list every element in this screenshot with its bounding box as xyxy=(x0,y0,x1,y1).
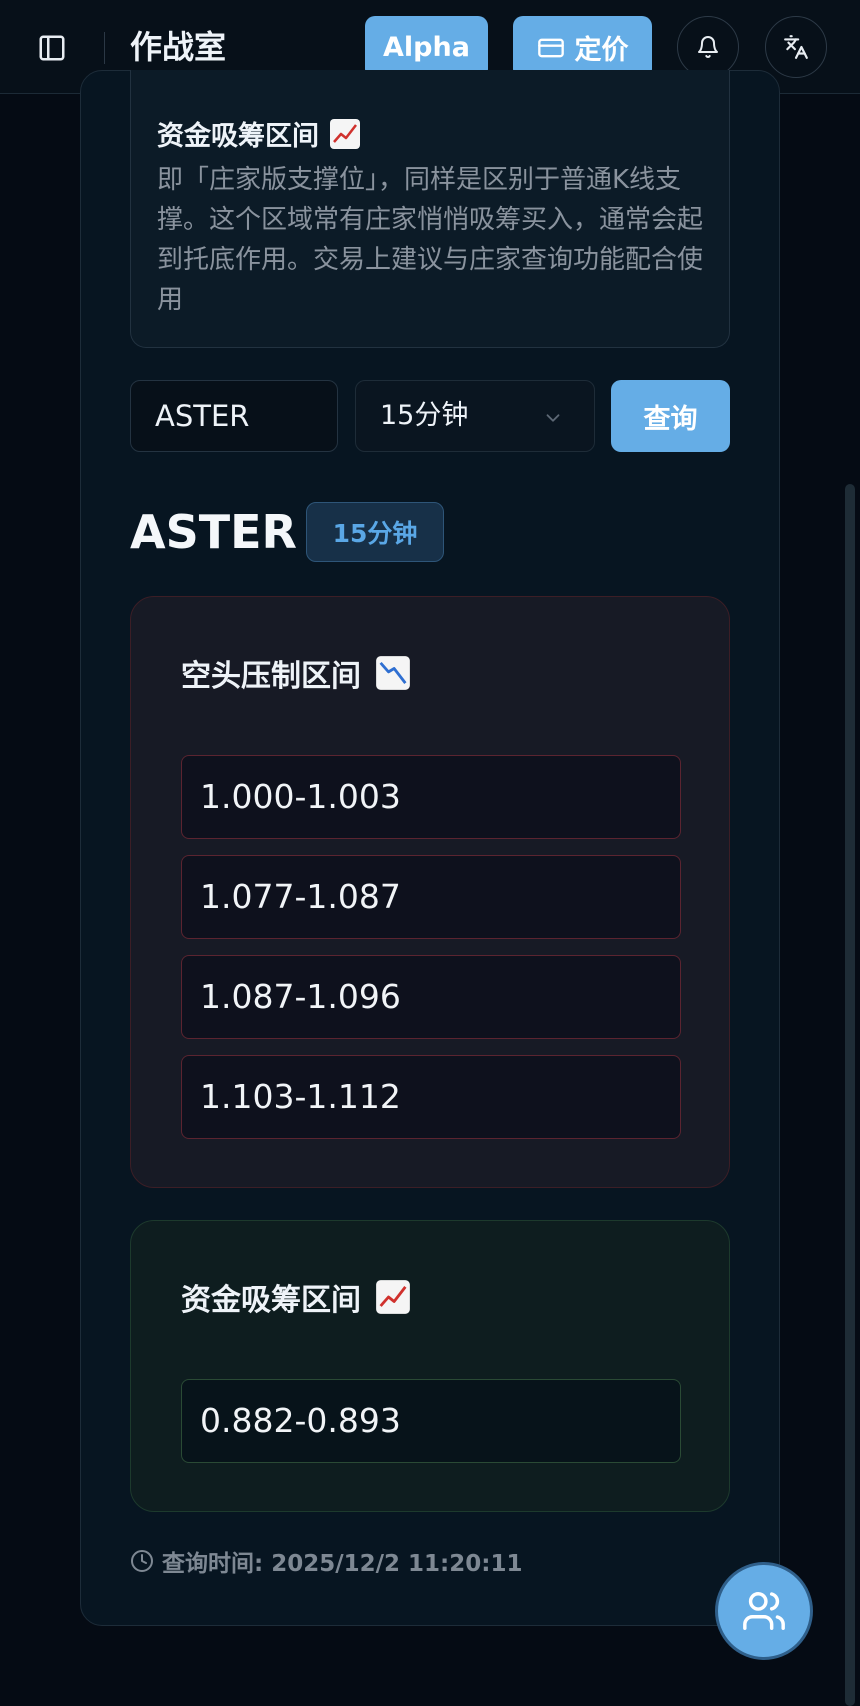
clock-icon xyxy=(131,1550,153,1572)
query-time-text: 查询时间: 2025/12/2 11:20:11 xyxy=(162,1551,523,1577)
scrollbar-thumb[interactable] xyxy=(845,484,855,1706)
chart-decreasing-icon xyxy=(375,655,411,691)
bell-icon xyxy=(698,36,718,58)
accumulation-zones-card: 资金吸筹区间 0.882-0.893 xyxy=(130,1220,730,1512)
resistance-zone-item: 1.000-1.003 xyxy=(181,755,681,839)
resistance-zone-item: 1.103-1.112 xyxy=(181,1055,681,1139)
info-description: 即「庄家版支撑位」，同样是区别于普通K线支撑。这个区域常有庄家悄悄吸筹买入，通常… xyxy=(157,165,704,315)
result-symbol: ASTER xyxy=(130,505,297,559)
query-button[interactable]: 查询 xyxy=(611,380,730,452)
app-title: 作战室 xyxy=(130,28,227,66)
chevron-down-icon xyxy=(546,414,560,422)
resistance-zone-item: 1.087-1.096 xyxy=(181,955,681,1039)
pricing-label: 定价 xyxy=(574,35,629,66)
sidebar-icon xyxy=(39,35,65,61)
sidebar-toggle-button[interactable] xyxy=(34,30,70,66)
resistance-zones-card: 空头压制区间 1.000-1.003 1.077-1.087 1.087-1.0… xyxy=(130,596,730,1188)
community-button[interactable] xyxy=(715,1562,813,1660)
translate-icon xyxy=(784,35,808,59)
chart-increasing-icon xyxy=(375,1279,411,1315)
resistance-title-text: 空头压制区间 xyxy=(181,659,361,694)
notifications-button[interactable] xyxy=(677,16,739,78)
accumulation-zone-item: 0.882-0.893 xyxy=(181,1379,681,1463)
interval-badge: 15分钟 xyxy=(306,502,444,562)
info-box: 资金吸筹区间 即「庄家版支撑位」，同样是区别于普通K线支撑。这个区域常有庄家悄悄… xyxy=(130,70,730,348)
symbol-input[interactable] xyxy=(130,380,338,452)
accumulation-title: 资金吸筹区间 xyxy=(181,1275,411,1319)
interval-select-value: 15分钟 xyxy=(380,400,469,431)
resistance-title: 空头压制区间 xyxy=(181,651,411,695)
users-icon xyxy=(743,1592,785,1630)
chart-increasing-icon xyxy=(329,118,361,150)
query-time: 查询时间: 2025/12/2 11:20:11 xyxy=(130,1544,522,1578)
topbar-divider xyxy=(104,32,105,64)
info-title: 资金吸筹区间 xyxy=(157,114,361,153)
card-icon xyxy=(537,38,564,57)
language-button[interactable] xyxy=(765,16,827,78)
info-title-text: 资金吸筹区间 xyxy=(157,121,319,152)
accumulation-title-text: 资金吸筹区间 xyxy=(181,1283,361,1318)
interval-select[interactable]: 15分钟 xyxy=(355,380,595,452)
resistance-zone-item: 1.077-1.087 xyxy=(181,855,681,939)
